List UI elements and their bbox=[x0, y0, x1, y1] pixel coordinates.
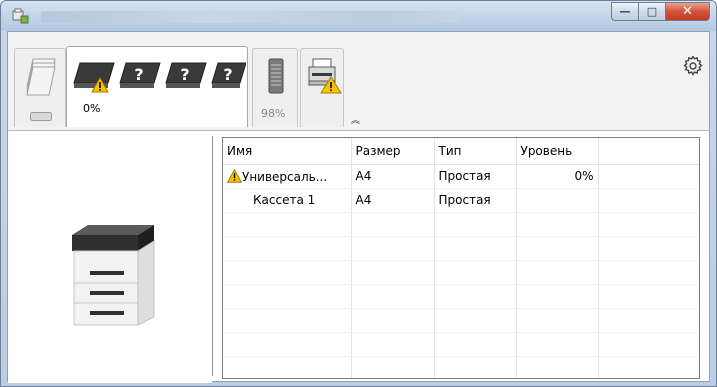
row-name: Кассета 1 bbox=[223, 188, 352, 213]
client-area: ? ? ? 0% 98% ︽ Имя Размер Тип Уровень Ун… bbox=[7, 31, 710, 383]
status-tab-strip: ? ? ? 0% 98% ︽ bbox=[8, 32, 709, 131]
row-level bbox=[516, 188, 599, 213]
pane-splitter[interactable] bbox=[212, 136, 213, 376]
svg-text:?: ? bbox=[223, 65, 232, 84]
column-header-type[interactable]: Тип bbox=[434, 138, 517, 165]
toner-level-bar bbox=[30, 112, 52, 121]
column-header-name[interactable]: Имя bbox=[223, 138, 352, 165]
tab-waste-caption: 98% bbox=[261, 107, 286, 120]
row-type: Простая bbox=[434, 188, 517, 213]
waste-toner-icon bbox=[268, 58, 284, 94]
printer-warning-icon bbox=[308, 58, 342, 94]
toner-stack-icon bbox=[26, 58, 56, 96]
svg-text:?: ? bbox=[134, 65, 143, 84]
minimize-button[interactable]: — bbox=[611, 2, 638, 21]
table-row[interactable]: Кассета 1 A4 Простая bbox=[223, 188, 699, 213]
empty-row bbox=[223, 260, 699, 285]
window-title-redacted bbox=[41, 11, 461, 23]
empty-row bbox=[223, 356, 699, 378]
empty-row bbox=[223, 212, 699, 237]
warning-icon bbox=[91, 77, 109, 93]
empty-row bbox=[223, 308, 699, 333]
empty-row bbox=[223, 284, 699, 309]
row-filler bbox=[598, 164, 699, 189]
column-header-filler bbox=[598, 138, 699, 165]
printer-device-image bbox=[72, 225, 155, 326]
settings-gear-icon[interactable] bbox=[683, 56, 703, 76]
collapse-panel-button[interactable]: ︽ bbox=[351, 113, 360, 126]
row-size: A4 bbox=[351, 164, 435, 189]
row-size: A4 bbox=[351, 188, 435, 213]
tab-toner[interactable] bbox=[14, 48, 66, 127]
tab-trays-caption: 0% bbox=[83, 102, 101, 115]
empty-row bbox=[223, 236, 699, 261]
row-name-cell: Универсаль... bbox=[223, 164, 352, 189]
close-button[interactable]: ✕ bbox=[665, 2, 710, 21]
tab-waste-toner[interactable]: 98% bbox=[252, 48, 298, 127]
row-type: Простая bbox=[434, 164, 517, 189]
device-preview-pane bbox=[8, 131, 212, 383]
row-name: Универсаль... bbox=[242, 169, 328, 184]
status-monitor-window: — □ ✕ ? ? ? 0% 98% ︽ Имя Размер Тип Уров… bbox=[0, 0, 717, 387]
row-filler bbox=[598, 188, 699, 213]
table-row[interactable]: Универсаль... A4 Простая 0% bbox=[223, 164, 699, 189]
svg-text:?: ? bbox=[180, 65, 189, 84]
list-header-row: Имя Размер Тип Уровень bbox=[223, 138, 699, 165]
maximize-button[interactable]: □ bbox=[638, 2, 665, 21]
row-level: 0% bbox=[516, 164, 599, 189]
paper-source-list: Имя Размер Тип Уровень Универсаль... A4 … bbox=[222, 137, 700, 379]
tab-device[interactable] bbox=[300, 48, 344, 127]
column-header-level[interactable]: Уровень bbox=[516, 138, 599, 165]
title-bar[interactable]: — □ ✕ bbox=[1, 1, 716, 31]
window-controls: — □ ✕ bbox=[611, 2, 710, 22]
column-header-size[interactable]: Размер bbox=[351, 138, 435, 165]
app-printer-icon bbox=[12, 8, 29, 24]
warning-icon bbox=[227, 168, 242, 183]
tab-paper-trays[interactable]: ? ? ? 0% bbox=[66, 46, 248, 127]
empty-row bbox=[223, 332, 699, 357]
